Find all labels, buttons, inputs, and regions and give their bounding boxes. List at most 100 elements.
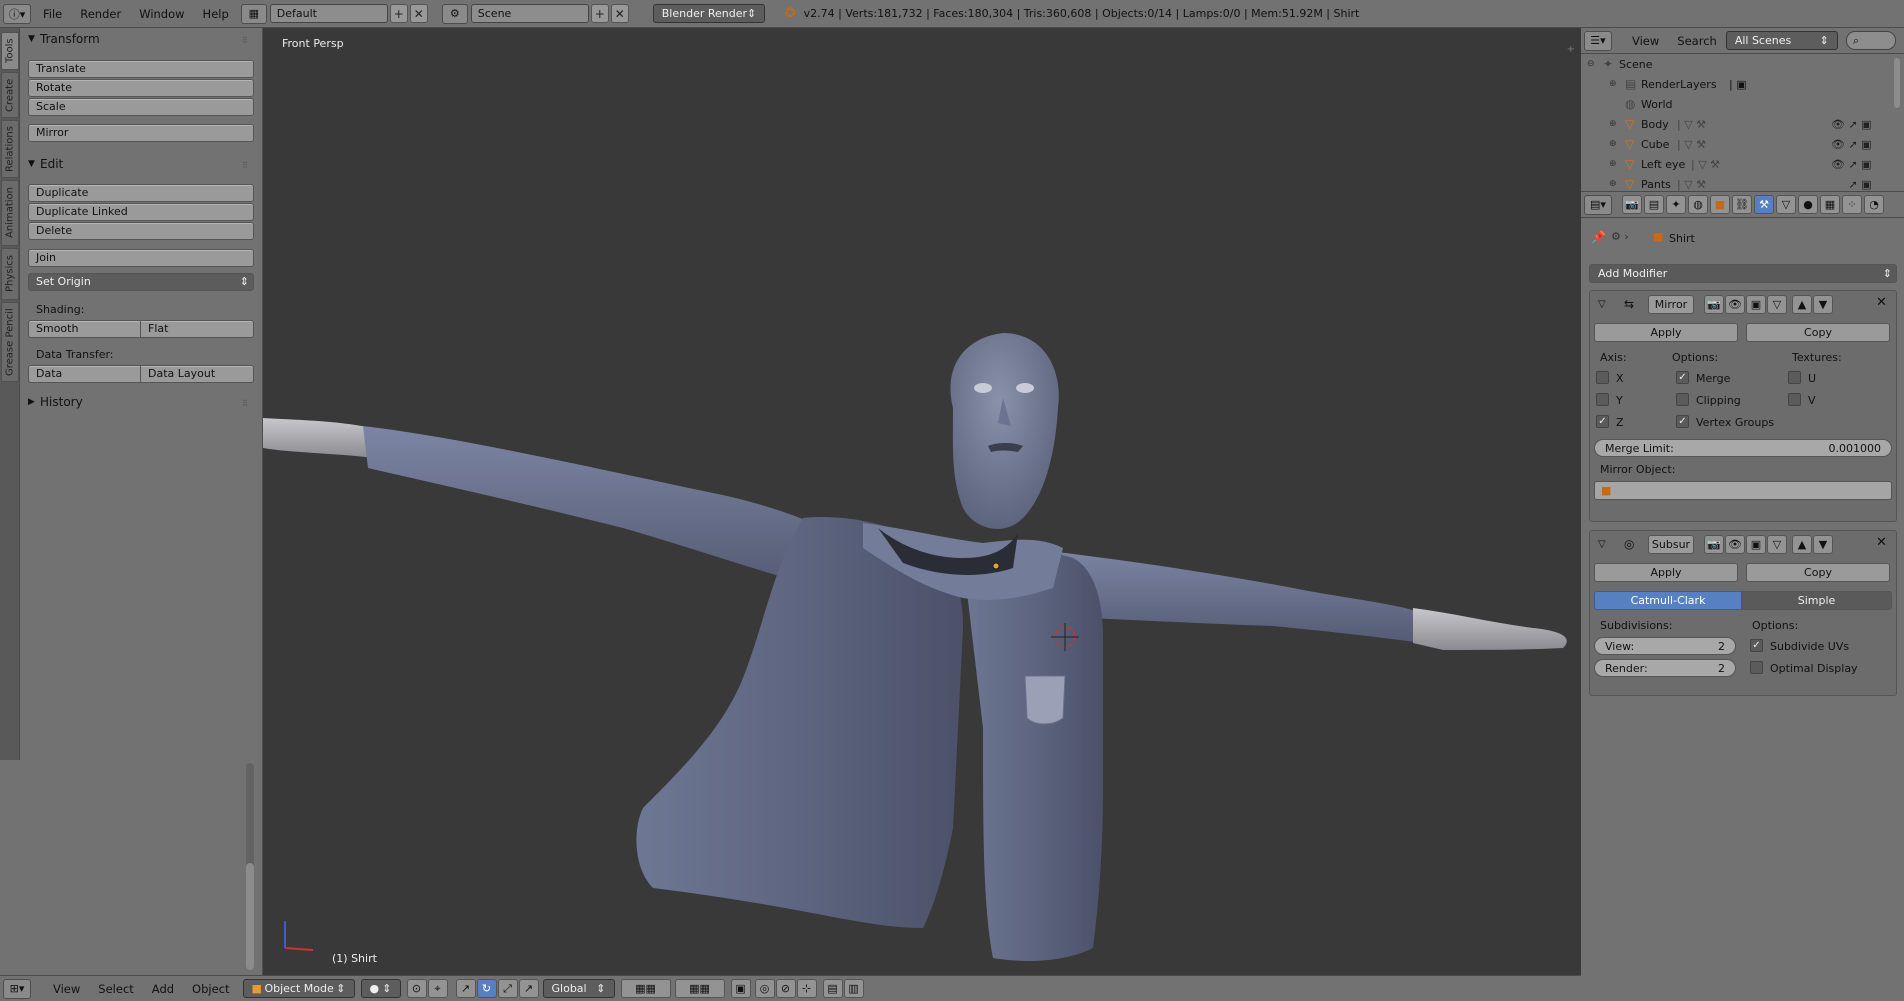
history-panel-header[interactable]: ▶ History (28, 393, 83, 411)
mode-dropdown[interactable]: ■ Object Mode ⇕ (242, 979, 355, 998)
tab-grease-pencil[interactable]: Grease Pencil (1, 302, 19, 382)
simple-button[interactable]: Simple (1741, 591, 1892, 610)
screen-layout-icon[interactable]: ▦ (240, 3, 267, 24)
transform-icon[interactable]: ↗ (518, 979, 539, 998)
3d-viewport[interactable]: Front Persp (1) Shirt + (263, 28, 1581, 975)
texture-u-checkbox[interactable] (1788, 371, 1801, 384)
outliner-scrollbar[interactable] (1894, 58, 1900, 108)
subsurf-copy-button[interactable]: Copy (1746, 563, 1890, 582)
delete-button[interactable]: Delete (28, 222, 254, 240)
outliner-editor-icon[interactable]: ☰▾ (1584, 30, 1612, 51)
modifiers-tab-icon[interactable]: ⚒ (1754, 195, 1774, 214)
smooth-button[interactable]: Smooth (28, 320, 141, 338)
outliner-filter-dropdown[interactable]: All Scenes ⇕ (1725, 31, 1838, 50)
panel-grip-icon[interactable]: ⠿ (242, 36, 252, 45)
render-tab-icon[interactable]: 📷 (1622, 195, 1642, 214)
menu-help[interactable]: Help (194, 0, 238, 28)
move-down-icon[interactable]: ▼ (1813, 295, 1833, 314)
layer-lock-icon[interactable]: ▣ (730, 979, 751, 998)
outliner-row-left-eye[interactable]: ⊕ ▽ Left eye | ▽ ⚒ 👁 ➚ ▣ (1581, 154, 1891, 174)
editmode-toggle-icon[interactable]: ▣ (1746, 295, 1766, 314)
menu-add[interactable]: Add (143, 982, 183, 996)
merge-limit-field[interactable]: Merge Limit: 0.001000 (1594, 439, 1892, 457)
collapse-triangle-icon[interactable]: ▽ (1598, 539, 1606, 550)
add-scene-icon[interactable]: + (590, 4, 609, 23)
menu-render[interactable]: Render (71, 0, 130, 28)
texture-v-checkbox[interactable] (1788, 393, 1801, 406)
object-origin[interactable] (992, 562, 1000, 570)
vertex-groups-checkbox[interactable]: ✓ (1676, 415, 1689, 428)
optimal-display-checkbox[interactable] (1750, 661, 1763, 674)
menu-file[interactable]: File (34, 0, 71, 28)
mirror-button[interactable]: Mirror (28, 124, 254, 142)
outliner-row-world[interactable]: ◍ World (1581, 94, 1891, 114)
render-still-icon[interactable]: ▤ (822, 979, 843, 998)
rotate-manipulator-icon[interactable]: ↻ (476, 979, 497, 998)
panel-grip-icon[interactable]: ⠿ (242, 399, 252, 408)
pivot-icon[interactable]: ⊙ (406, 979, 427, 998)
editor-type-icon[interactable]: ⊞▾ (3, 978, 31, 999)
layers-grid-a[interactable]: ▦▦ (620, 979, 671, 998)
visibility-toggle-icon[interactable]: 👁 (1725, 535, 1745, 554)
snap-toggle-icon[interactable]: ⊘ (775, 979, 796, 998)
menu-object[interactable]: Object (183, 982, 238, 996)
outliner-search-input[interactable]: ⌕ (1845, 31, 1896, 50)
expand-icon[interactable]: ⊕ (1609, 159, 1617, 169)
mirror-copy-button[interactable]: Copy (1746, 323, 1890, 342)
material-tab-icon[interactable]: ● (1798, 195, 1818, 214)
translate-manipulator-icon[interactable]: ↗ (455, 979, 476, 998)
visibility-icons[interactable]: 👁 ➚ ▣ (1831, 158, 1872, 171)
proportional-edit-icon[interactable]: ◎ (754, 979, 775, 998)
constraints-tab-icon[interactable]: ⛓ (1732, 195, 1752, 214)
render-toggle-icon[interactable]: 📷 (1704, 295, 1724, 314)
translate-button[interactable]: Translate (28, 60, 254, 78)
join-button[interactable]: Join (28, 249, 254, 267)
view-levels-field[interactable]: View: 2 (1594, 637, 1736, 655)
data-layout-button[interactable]: Data Layout (140, 365, 254, 383)
flat-button[interactable]: Flat (140, 320, 254, 338)
data-tab-icon[interactable]: ▽ (1776, 195, 1796, 214)
mirror-modifier-name[interactable]: Mirror (1648, 295, 1694, 314)
tool-shelf-scrollbar[interactable] (246, 763, 254, 970)
tab-animation[interactable]: Animation (1, 180, 19, 246)
add-layout-icon[interactable]: + (389, 4, 408, 23)
editmode-toggle-icon[interactable]: ▣ (1746, 535, 1766, 554)
outliner-row-pants[interactable]: ⊕ ▽ Pants | ▽ ⚒ ➚ ▣ (1581, 174, 1891, 194)
visibility-icons[interactable]: ➚ ▣ (1831, 178, 1871, 191)
remove-scene-icon[interactable]: ✕ (610, 4, 629, 23)
transform-panel-header[interactable]: ▼ Transform (28, 30, 100, 48)
subsurf-apply-button[interactable]: Apply (1594, 563, 1738, 582)
cage-toggle-icon[interactable]: ▽ (1767, 535, 1787, 554)
axis-x-checkbox[interactable] (1596, 371, 1609, 384)
tab-physics[interactable]: Physics (1, 248, 19, 300)
object-tab-icon[interactable]: ■ (1710, 195, 1730, 214)
scale-button[interactable]: Scale (28, 98, 254, 116)
manipulator-toggle-icon[interactable]: ⌖ (427, 979, 448, 998)
menu-window[interactable]: Window (130, 0, 193, 28)
add-modifier-dropdown[interactable]: Add Modifier ⇕ (1589, 264, 1897, 283)
collapse-triangle-icon[interactable]: ▽ (1598, 299, 1606, 310)
remove-layout-icon[interactable]: ✕ (409, 4, 428, 23)
outliner-row-renderlayers[interactable]: ⊕ ▤ RenderLayers | ▣ (1581, 74, 1891, 94)
subdivide-uvs-checkbox[interactable]: ✓ (1750, 639, 1763, 652)
mirror-apply-button[interactable]: Apply (1594, 323, 1738, 342)
render-toggle-icon[interactable]: 📷 (1704, 535, 1724, 554)
mirror-object-field[interactable]: ■ (1594, 481, 1892, 500)
tab-tools[interactable]: Tools (1, 32, 19, 70)
axis-y-checkbox[interactable] (1596, 393, 1609, 406)
menu-select[interactable]: Select (89, 982, 142, 996)
outliner-row-scene[interactable]: ⊖ ✦ Scene (1581, 54, 1891, 74)
subsurf-modifier-name[interactable]: Subsur (1648, 535, 1694, 554)
data-button[interactable]: Data (28, 365, 141, 383)
move-up-icon[interactable]: ▲ (1792, 295, 1812, 314)
snap-target-icon[interactable]: ⊹ (796, 979, 817, 998)
axis-z-checkbox[interactable]: ✓ (1596, 415, 1609, 428)
menu-view[interactable]: View (44, 982, 89, 996)
move-down-icon[interactable]: ▼ (1813, 535, 1833, 554)
tab-relations[interactable]: Relations (1, 120, 19, 178)
close-icon[interactable]: ✕ (1876, 295, 1887, 310)
tab-create[interactable]: Create (1, 72, 19, 118)
visibility-icons[interactable]: 👁 ➚ ▣ (1831, 138, 1872, 151)
render-layers-tab-icon[interactable]: ▤ (1644, 195, 1664, 214)
scrollbar-thumb[interactable] (246, 863, 254, 970)
